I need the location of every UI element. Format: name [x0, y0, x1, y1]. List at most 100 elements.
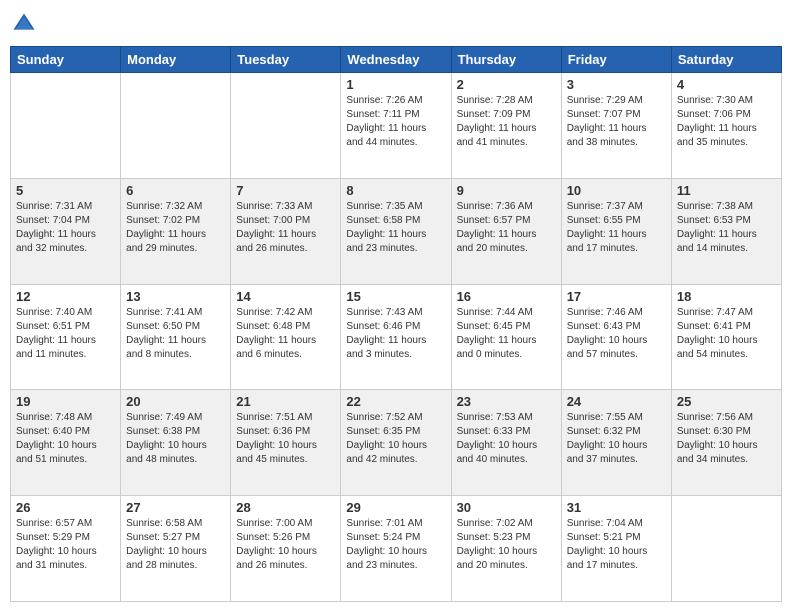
day-header-sunday: Sunday [11, 47, 121, 73]
cell-info: Sunrise: 7:02 AMSunset: 5:23 PMDaylight:… [457, 517, 556, 573]
day-number: 6 [126, 183, 225, 198]
cell-info: Sunrise: 7:43 AMSunset: 6:46 PMDaylight:… [346, 306, 445, 362]
calendar-cell: 31 Sunrise: 7:04 AMSunset: 5:21 PMDayligh… [561, 496, 671, 602]
calendar-cell: 26Sunrise: 6:57 AMSunset: 5:29 PMDayligh… [11, 496, 121, 602]
cell-info: Sunrise: 7:33 AMSunset: 7:00 PMDaylight:… [236, 200, 335, 256]
calendar-cell: 3 Sunrise: 7:29 AMSunset: 7:07 PMDaylight… [561, 73, 671, 179]
cell-info: Sunrise: 7:56 AMSunset: 6:30 PMDaylight:… [677, 411, 776, 467]
cell-info: Sunrise: 6:58 AMSunset: 5:27 PMDaylight:… [126, 517, 225, 573]
calendar-cell: 28 Sunrise: 7:00 AMSunset: 5:26 PMDayligh… [231, 496, 341, 602]
day-number: 20 [126, 394, 225, 409]
day-header-wednesday: Wednesday [341, 47, 451, 73]
day-header-tuesday: Tuesday [231, 47, 341, 73]
calendar-cell [671, 496, 781, 602]
cell-info: Sunrise: 7:51 AMSunset: 6:36 PMDaylight:… [236, 411, 335, 467]
day-number: 16 [457, 289, 556, 304]
day-number: 29 [346, 500, 445, 515]
calendar-cell: 7 Sunrise: 7:33 AMSunset: 7:00 PMDaylight… [231, 178, 341, 284]
cell-info: Sunrise: 7:46 AMSunset: 6:43 PMDaylight:… [567, 306, 666, 362]
cell-info: Sunrise: 7:49 AMSunset: 6:38 PMDaylight:… [126, 411, 225, 467]
day-header-friday: Friday [561, 47, 671, 73]
calendar-cell: 18 Sunrise: 7:47 AMSunset: 6:41 PMDayligh… [671, 284, 781, 390]
calendar-cell: 27 Sunrise: 6:58 AMSunset: 5:27 PMDayligh… [121, 496, 231, 602]
day-number: 1 [346, 77, 445, 92]
day-number: 22 [346, 394, 445, 409]
day-number: 17 [567, 289, 666, 304]
day-number: 14 [236, 289, 335, 304]
cell-info: Sunrise: 7:44 AMSunset: 6:45 PMDaylight:… [457, 306, 556, 362]
calendar-cell [11, 73, 121, 179]
cell-info: Sunrise: 7:38 AMSunset: 6:53 PMDaylight:… [677, 200, 776, 256]
calendar-cell: 23Sunrise: 7:53 AMSunset: 6:33 PMDayligh… [451, 390, 561, 496]
calendar-cell: 15 Sunrise: 7:43 AMSunset: 6:46 PMDayligh… [341, 284, 451, 390]
logo [10, 10, 42, 38]
calendar-cell: 12Sunrise: 7:40 AMSunset: 6:51 PMDayligh… [11, 284, 121, 390]
calendar-cell: 17 Sunrise: 7:46 AMSunset: 6:43 PMDayligh… [561, 284, 671, 390]
calendar-cell [231, 73, 341, 179]
calendar-header-row: SundayMondayTuesdayWednesdayThursdayFrid… [11, 47, 782, 73]
cell-info: Sunrise: 7:48 AMSunset: 6:40 PMDaylight:… [16, 411, 115, 467]
day-number: 19 [16, 394, 115, 409]
day-header-saturday: Saturday [671, 47, 781, 73]
cell-info: Sunrise: 7:00 AMSunset: 5:26 PMDaylight:… [236, 517, 335, 573]
cell-info: Sunrise: 7:47 AMSunset: 6:41 PMDaylight:… [677, 306, 776, 362]
day-number: 4 [677, 77, 776, 92]
calendar-week-row: 1 Sunrise: 7:26 AMSunset: 7:11 PMDaylight… [11, 73, 782, 179]
page-header [10, 10, 782, 38]
cell-info: Sunrise: 7:30 AMSunset: 7:06 PMDaylight:… [677, 94, 776, 150]
calendar-cell: 20 Sunrise: 7:49 AMSunset: 6:38 PMDayligh… [121, 390, 231, 496]
calendar-cell: 9 Sunrise: 7:36 AMSunset: 6:57 PMDaylight… [451, 178, 561, 284]
day-number: 2 [457, 77, 556, 92]
day-number: 31 [567, 500, 666, 515]
day-number: 9 [457, 183, 556, 198]
cell-info: Sunrise: 7:26 AMSunset: 7:11 PMDaylight:… [346, 94, 445, 150]
calendar-cell: 16 Sunrise: 7:44 AMSunset: 6:45 PMDayligh… [451, 284, 561, 390]
calendar-cell: 8 Sunrise: 7:35 AMSunset: 6:58 PMDaylight… [341, 178, 451, 284]
calendar-cell: 4 Sunrise: 7:30 AMSunset: 7:06 PMDaylight… [671, 73, 781, 179]
day-number: 7 [236, 183, 335, 198]
day-number: 13 [126, 289, 225, 304]
day-number: 10 [567, 183, 666, 198]
day-number: 12 [16, 289, 115, 304]
calendar-cell: 22 Sunrise: 7:52 AMSunset: 6:35 PMDayligh… [341, 390, 451, 496]
cell-info: Sunrise: 7:31 AMSunset: 7:04 PMDaylight:… [16, 200, 115, 256]
cell-info: Sunrise: 7:37 AMSunset: 6:55 PMDaylight:… [567, 200, 666, 256]
calendar-cell: 6Sunrise: 7:32 AMSunset: 7:02 PMDaylight… [121, 178, 231, 284]
calendar-week-row: 12Sunrise: 7:40 AMSunset: 6:51 PMDayligh… [11, 284, 782, 390]
calendar-cell: 5 Sunrise: 7:31 AMSunset: 7:04 PMDaylight… [11, 178, 121, 284]
calendar-table: SundayMondayTuesdayWednesdayThursdayFrid… [10, 46, 782, 602]
day-number: 8 [346, 183, 445, 198]
cell-info: Sunrise: 7:01 AMSunset: 5:24 PMDaylight:… [346, 517, 445, 573]
cell-info: Sunrise: 7:35 AMSunset: 6:58 PMDaylight:… [346, 200, 445, 256]
day-number: 28 [236, 500, 335, 515]
calendar-cell: 14Sunrise: 7:42 AMSunset: 6:48 PMDayligh… [231, 284, 341, 390]
day-number: 5 [16, 183, 115, 198]
calendar-cell: 11Sunrise: 7:38 AMSunset: 6:53 PMDayligh… [671, 178, 781, 284]
calendar-cell: 24Sunrise: 7:55 AMSunset: 6:32 PMDayligh… [561, 390, 671, 496]
day-header-monday: Monday [121, 47, 231, 73]
day-number: 23 [457, 394, 556, 409]
calendar-week-row: 19 Sunrise: 7:48 AMSunset: 6:40 PMDayligh… [11, 390, 782, 496]
day-number: 3 [567, 77, 666, 92]
day-number: 18 [677, 289, 776, 304]
cell-info: Sunrise: 7:36 AMSunset: 6:57 PMDaylight:… [457, 200, 556, 256]
cell-info: Sunrise: 7:52 AMSunset: 6:35 PMDaylight:… [346, 411, 445, 467]
day-number: 27 [126, 500, 225, 515]
cell-info: Sunrise: 7:04 AMSunset: 5:21 PMDaylight:… [567, 517, 666, 573]
cell-info: Sunrise: 7:55 AMSunset: 6:32 PMDaylight:… [567, 411, 666, 467]
day-number: 21 [236, 394, 335, 409]
cell-info: Sunrise: 7:29 AMSunset: 7:07 PMDaylight:… [567, 94, 666, 150]
calendar-cell: 21 Sunrise: 7:51 AMSunset: 6:36 PMDayligh… [231, 390, 341, 496]
day-number: 15 [346, 289, 445, 304]
calendar-cell: 2Sunrise: 7:28 AMSunset: 7:09 PMDaylight… [451, 73, 561, 179]
calendar-week-row: 26Sunrise: 6:57 AMSunset: 5:29 PMDayligh… [11, 496, 782, 602]
calendar-cell: 25Sunrise: 7:56 AMSunset: 6:30 PMDayligh… [671, 390, 781, 496]
calendar-cell: 19 Sunrise: 7:48 AMSunset: 6:40 PMDayligh… [11, 390, 121, 496]
day-number: 30 [457, 500, 556, 515]
calendar-cell: 1 Sunrise: 7:26 AMSunset: 7:11 PMDaylight… [341, 73, 451, 179]
calendar-page: SundayMondayTuesdayWednesdayThursdayFrid… [0, 0, 792, 612]
logo-icon [10, 10, 38, 38]
day-header-thursday: Thursday [451, 47, 561, 73]
calendar-cell: 13Sunrise: 7:41 AMSunset: 6:50 PMDayligh… [121, 284, 231, 390]
calendar-cell: 30 Sunrise: 7:02 AMSunset: 5:23 PMDayligh… [451, 496, 561, 602]
